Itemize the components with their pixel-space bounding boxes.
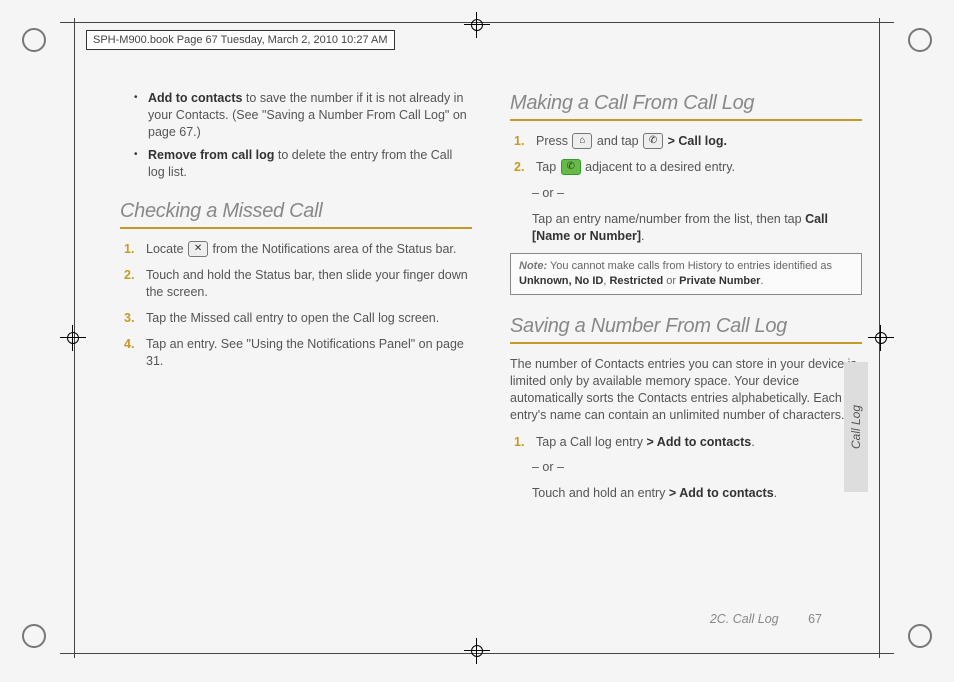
step-text: . [751,435,754,449]
left-column: Add to contacts to save the number if it… [120,90,472,598]
or-separator: – or – [532,459,862,476]
step-text: Tap a Call log entry [536,435,646,449]
section-heading: Checking a Missed Call [120,198,472,225]
heading-rule [510,342,862,344]
paragraph: The number of Contacts entries you can s… [510,356,862,424]
step-text: . [774,486,777,500]
step-item: Press ⌂ and tap ✆ > Call log. [514,133,862,150]
step-bold: Add to contacts [657,435,751,449]
note-bold: Private Number [679,275,760,287]
list-item: Remove from call log to delete the entry… [138,147,472,181]
page-footer: 2C. Call Log 67 [710,612,822,626]
step-text: Press [536,134,571,148]
step-text: . [641,229,644,243]
side-tab-label: Call Log [849,405,863,449]
ornament-gear-icon [908,28,932,52]
note-bold: Unknown, No ID [519,275,603,287]
page-number: 67 [808,612,822,626]
right-column: Making a Call From Call Log Press ⌂ and … [510,90,862,598]
step-text: from the Notifications area of the Statu… [213,242,457,256]
page-frame: SPH-M900.book Page 67 Tuesday, March 2, … [60,18,894,658]
ordered-steps: Press ⌂ and tap ✆ > Call log. Tap ✆ adja… [514,133,862,176]
heading-rule [120,227,472,229]
content-columns: Add to contacts to save the number if it… [120,90,862,598]
step-item: Touch and hold the Status bar, then slid… [124,267,472,301]
registration-mark-icon [868,325,894,351]
step-text: adjacent to a desired entry. [585,160,735,174]
note-text: . [760,275,763,287]
step-item: Tap a Call log entry > Add to contacts. [514,434,862,451]
step-alt: Touch and hold an entry > Add to contact… [532,485,862,502]
section-heading: Making a Call From Call Log [510,90,862,117]
step-bold: Add to contacts [679,486,773,500]
step-text: Tap the Missed call entry to open the Ca… [146,311,439,325]
ornament-gear-icon [22,624,46,648]
bullet-lead: Add to contacts [148,91,242,105]
step-text: Tap an entry. See "Using the Notificatio… [146,337,464,368]
step-text: Touch and hold an entry [532,486,669,500]
ordered-steps: Tap a Call log entry > Add to contacts. [514,434,862,451]
step-text: and tap [597,134,642,148]
step-item: Tap an entry. See "Using the Notificatio… [124,336,472,370]
bullet-lead: Remove from call log [148,148,274,162]
step-text: Touch and hold the Status bar, then slid… [146,268,468,299]
section-heading: Saving a Number From Call Log [510,313,862,340]
footer-section: 2C. Call Log [710,612,779,626]
step-item: Tap ✆ adjacent to a desired entry. [514,159,862,176]
missed-call-icon: ✕ [188,241,208,257]
step-bold: > [669,486,679,500]
list-item: Add to contacts to save the number if it… [138,90,472,141]
note-text: You cannot make calls from History to en… [547,260,832,272]
bullet-list: Add to contacts to save the number if it… [138,90,472,180]
ordered-steps: Locate ✕ from the Notifications area of … [124,241,472,369]
side-tab: Call Log [844,362,868,492]
note-box: Note: You cannot make calls from History… [510,253,862,295]
step-item: Tap the Missed call entry to open the Ca… [124,310,472,327]
home-icon: ⌂ [572,133,592,149]
note-label: Note: [519,260,547,272]
or-separator: – or – [532,185,862,202]
step-text: Tap [536,160,560,174]
step-alt: Tap an entry name/number from the list, … [532,211,862,245]
book-header-stamp: SPH-M900.book Page 67 Tuesday, March 2, … [86,30,395,50]
note-text: or [663,275,679,287]
phone-icon: ✆ [643,133,663,149]
note-bold: Restricted [609,275,663,287]
registration-mark-icon [464,638,490,664]
step-text: Locate [146,242,187,256]
registration-mark-icon [60,325,86,351]
registration-mark-icon [464,12,490,38]
step-bold: > [646,435,656,449]
ornament-gear-icon [908,624,932,648]
step-text: > [668,134,679,148]
heading-rule [510,119,862,121]
ornament-gear-icon [22,28,46,52]
step-text: Tap an entry name/number from the list, … [532,212,805,226]
step-item: Locate ✕ from the Notifications area of … [124,241,472,258]
call-green-icon: ✆ [561,159,581,175]
step-bold: Call log. [678,134,727,148]
